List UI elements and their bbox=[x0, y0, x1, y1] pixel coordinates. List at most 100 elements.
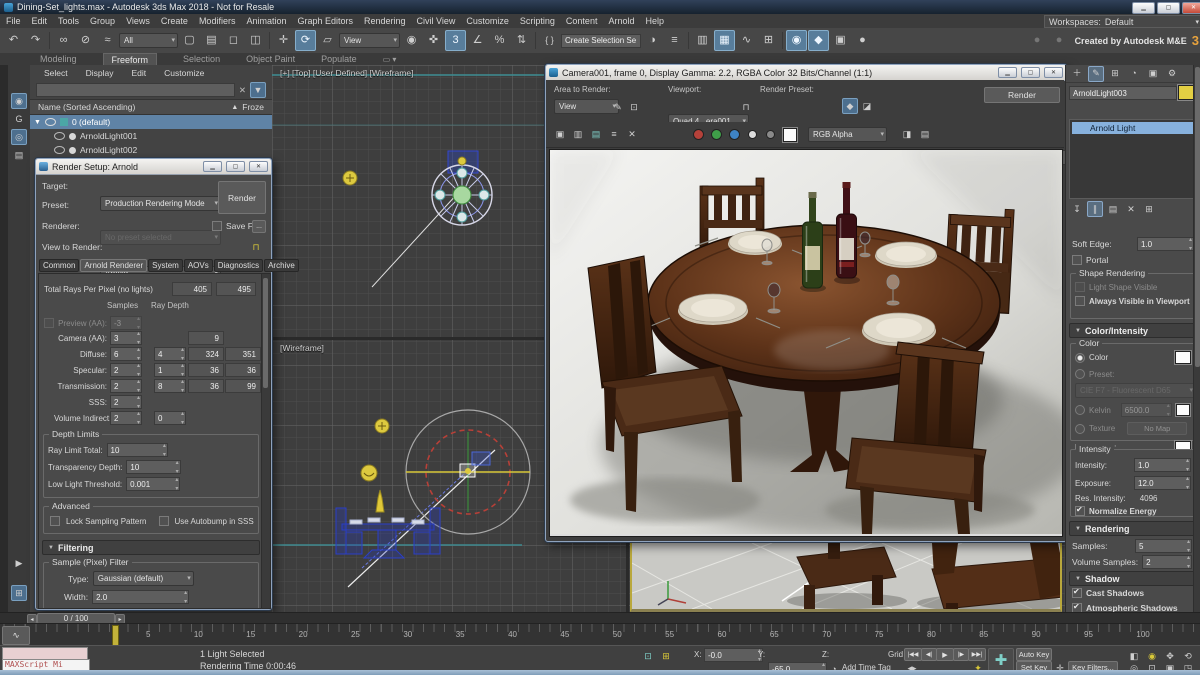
mirror-icon[interactable]: ◑ bbox=[642, 30, 663, 51]
explorer-menu-select[interactable]: Select bbox=[44, 68, 68, 78]
command-panel-scrollbar[interactable] bbox=[1193, 65, 1200, 612]
tab-aovs[interactable]: AOVs bbox=[183, 259, 213, 272]
play-button[interactable]: ▶ bbox=[936, 648, 954, 661]
intensity-spinner[interactable]: 1.0 bbox=[1134, 458, 1191, 472]
copy-image-icon[interactable]: ▥ bbox=[570, 127, 586, 143]
light-color-swatch[interactable] bbox=[1174, 350, 1192, 365]
low-light-spinner[interactable]: 0.001 bbox=[126, 477, 181, 491]
tab-arnold-renderer[interactable]: Arnold Renderer bbox=[80, 259, 148, 272]
show-end-result-icon[interactable]: ∥ bbox=[1087, 201, 1103, 217]
reference-coordinate-dropdown[interactable]: View bbox=[339, 33, 400, 48]
preset-radio[interactable] bbox=[1075, 369, 1085, 379]
rendering-rollout[interactable]: ▼ Rendering bbox=[1069, 521, 1197, 536]
lock-viewport-icon[interactable]: ⊓ bbox=[738, 99, 754, 115]
explorer-lights-icon[interactable]: ◎ bbox=[11, 129, 27, 145]
dim-tool-icon[interactable]: ● bbox=[1027, 30, 1048, 51]
window-crossing-icon[interactable]: ◫ bbox=[245, 30, 266, 51]
explorer-menu-customize[interactable]: Customize bbox=[164, 68, 204, 78]
environment-icon[interactable]: ◪ bbox=[859, 98, 875, 114]
material-editor-icon[interactable]: ◉ bbox=[786, 30, 807, 51]
cast-shadows-checkbox[interactable] bbox=[1072, 587, 1082, 598]
specular-samples-spinner[interactable]: 2 bbox=[110, 363, 142, 377]
hierarchy-tab-icon[interactable]: ⊞ bbox=[1107, 66, 1123, 82]
next-frame-button[interactable]: |▶ bbox=[953, 648, 969, 661]
maximize-button[interactable]: ▢ bbox=[1157, 2, 1180, 14]
monochrome-channel-icon[interactable] bbox=[762, 127, 778, 143]
rfw-title-bar[interactable]: Camera001, frame 0, Display Gamma: 2.2, … bbox=[546, 65, 1066, 81]
edit-region-icon[interactable]: ✎ bbox=[610, 99, 626, 115]
bind-spacewarp-icon[interactable]: ≈ bbox=[97, 30, 118, 51]
ribbon-tab-freeform[interactable]: Freeform bbox=[102, 53, 158, 65]
print-image-icon[interactable]: ≡ bbox=[606, 127, 622, 143]
volume-samples-spinner[interactable]: 2 bbox=[1142, 555, 1192, 569]
schematic-view-icon[interactable]: ⊞ bbox=[758, 30, 779, 51]
menu-scripting[interactable]: Scripting bbox=[520, 16, 555, 26]
object-name-field[interactable] bbox=[1069, 86, 1177, 100]
always-visible-checkbox[interactable] bbox=[1075, 296, 1085, 306]
x-coordinate-field[interactable]: -0.0 bbox=[704, 648, 763, 662]
tab-common[interactable]: Common bbox=[39, 259, 80, 272]
percent-snap-icon[interactable]: % bbox=[489, 30, 510, 51]
color-preset-dropdown[interactable]: CIE F7 - Fluorescent D65 bbox=[1075, 383, 1196, 398]
filter-icon[interactable]: ▼ bbox=[250, 82, 266, 98]
menu-group[interactable]: Group bbox=[90, 16, 115, 26]
modifier-stack-item[interactable]: Arnold Light bbox=[1072, 122, 1194, 134]
kelvin-spinner[interactable]: 6500.0 bbox=[1120, 403, 1172, 417]
channel-display-dropdown[interactable]: RGB Alpha bbox=[808, 127, 887, 142]
mini-curve-editor-button[interactable]: ∿ bbox=[2, 626, 30, 645]
background-color-swatch[interactable] bbox=[782, 126, 798, 143]
ribbon-tab-populate[interactable]: Populate bbox=[321, 54, 357, 64]
lock-view-icon[interactable]: ⊓ bbox=[248, 239, 264, 255]
layer-manager-icon[interactable]: ▥ bbox=[692, 30, 713, 51]
menu-graph-editors[interactable]: Graph Editors bbox=[297, 16, 353, 26]
menu-tools[interactable]: Tools bbox=[58, 16, 79, 26]
menu-arnold[interactable]: Arnold bbox=[608, 16, 634, 26]
preview-aa-checkbox[interactable] bbox=[44, 318, 54, 328]
rs-close-button[interactable]: ✕ bbox=[249, 161, 268, 172]
rfw-render-button[interactable]: Render bbox=[984, 87, 1060, 103]
filtering-rollout[interactable]: ▼ Filtering bbox=[42, 540, 260, 555]
create-key-plus-icon[interactable]: ✚ bbox=[988, 648, 1014, 672]
transmission-samples-spinner[interactable]: 2 bbox=[110, 379, 142, 393]
red-channel-icon[interactable] bbox=[690, 127, 706, 143]
select-link-icon[interactable]: ∞ bbox=[53, 30, 74, 51]
menu-create[interactable]: Create bbox=[161, 16, 188, 26]
tab-archive[interactable]: Archive bbox=[264, 259, 299, 272]
viewport-front-label[interactable]: [Wireframe] bbox=[280, 343, 324, 353]
eye-icon[interactable] bbox=[54, 146, 65, 154]
render-setup-title-bar[interactable]: Render Setup: Arnold ▁ ▢ ✕ bbox=[36, 159, 271, 175]
rfw-maximize-button[interactable]: ▢ bbox=[1021, 67, 1040, 78]
diffuse-depth-spinner[interactable]: 4 bbox=[154, 347, 186, 361]
select-place-icon[interactable]: ✜ bbox=[423, 30, 444, 51]
modify-tab-icon[interactable]: ✎ bbox=[1088, 65, 1104, 82]
select-object-icon[interactable]: ▢ bbox=[179, 30, 200, 51]
blue-channel-icon[interactable] bbox=[726, 127, 742, 143]
auto-region-icon[interactable]: ⊡ bbox=[626, 99, 642, 115]
soft-edge-spinner[interactable]: 1.0 bbox=[1137, 237, 1194, 251]
absolute-mode-icon[interactable]: ⊞ bbox=[658, 648, 674, 664]
rendered-image[interactable] bbox=[549, 149, 1080, 537]
render-setup-icon[interactable]: ◆ bbox=[808, 30, 829, 51]
scale-icon[interactable]: ▱ bbox=[317, 30, 338, 51]
menu-edit[interactable]: Edit bbox=[32, 16, 48, 26]
clear-search-icon[interactable]: ✕ bbox=[239, 85, 246, 96]
select-by-name-icon[interactable]: ▤ bbox=[201, 30, 222, 51]
eye-icon[interactable] bbox=[54, 132, 65, 140]
snapshot-icon[interactable]: ▤ bbox=[917, 127, 933, 143]
tab-system[interactable]: System bbox=[148, 259, 183, 272]
menu-animation[interactable]: Animation bbox=[246, 16, 286, 26]
autobump-sss-checkbox[interactable] bbox=[158, 516, 169, 526]
green-channel-icon[interactable] bbox=[708, 127, 724, 143]
previous-frame-button[interactable]: ◀| bbox=[921, 648, 937, 661]
unlink-icon[interactable]: ⊘ bbox=[75, 30, 96, 51]
viewport-top-label[interactable]: [+] [Top] [User Defined] [Wireframe] bbox=[280, 68, 413, 78]
ribbon-minimize-icon[interactable]: ▭ ▾ bbox=[383, 55, 397, 64]
alpha-channel-icon[interactable] bbox=[744, 127, 760, 143]
rs-render-button[interactable]: Render bbox=[218, 181, 266, 214]
tree-row-light[interactable]: ArnoldLight001 bbox=[30, 129, 272, 143]
spinner-snap-icon[interactable]: ⇅ bbox=[511, 30, 532, 51]
column-header-name[interactable]: Name (Sorted Ascending) bbox=[38, 102, 135, 112]
align-icon[interactable]: ≡ bbox=[664, 30, 685, 51]
ray-limit-spinner[interactable]: 10 bbox=[106, 443, 168, 457]
volume-depth-spinner[interactable]: 0 bbox=[154, 411, 186, 425]
